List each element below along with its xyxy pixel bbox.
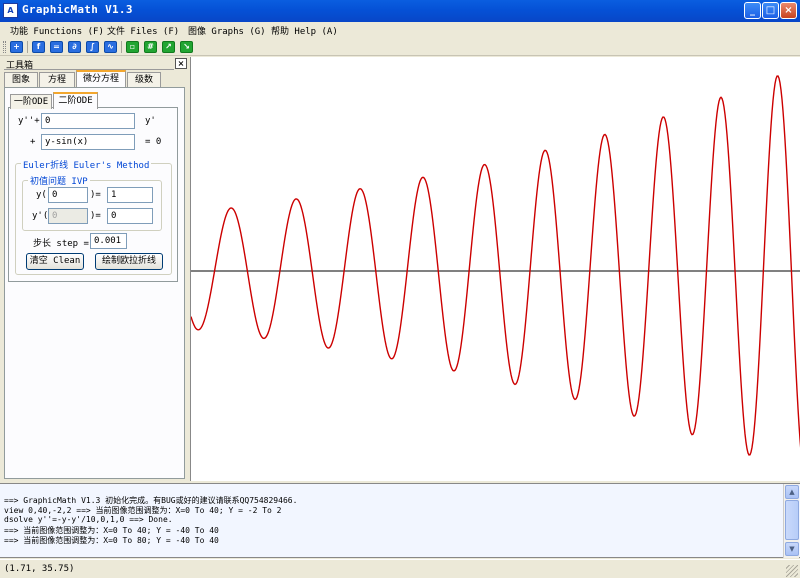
equation-icon[interactable]: = [50,41,63,53]
main-window: A GraphicMath V1.3 _ □ × 功能 Functions (F… [0,0,800,578]
minimize-button[interactable]: _ [744,2,761,19]
title-bar[interactable]: A GraphicMath V1.3 _ □ × [0,0,800,22]
toolbox-panel: 工具箱 × 图象 方程 微分方程 级数 一阶ODE 二阶ODE y''+ 0 y… [0,57,189,481]
ivp-legend: 初值问题 IVP [28,174,90,187]
rhs-expression-input[interactable]: y-sin(x) [41,134,135,150]
maximize-button[interactable]: □ [762,2,779,19]
fit-icon[interactable]: ↗ [162,41,175,53]
menu-help[interactable]: 帮助 Help (A) [271,24,338,37]
y-equals-label: )= [90,190,101,200]
tab-series[interactable]: 级数 [127,72,161,87]
equals-zero-label: = 0 [145,137,162,147]
toolbar-separator [121,41,122,53]
y-initial-value-input[interactable]: 1 [107,187,153,203]
derivative-icon[interactable]: ∂ [68,41,81,53]
graph-icon[interactable]: ∿ [104,41,117,53]
integral-icon[interactable]: ∫ [86,41,99,53]
y-double-prime-label: y''+ [18,116,40,126]
status-bar: (1.71, 35.75) [0,559,800,578]
tab-ode[interactable]: 微分方程 [76,70,126,87]
euler-method-legend: Euler折线 Euler's Method [21,158,152,171]
plus-sign: + [30,137,36,147]
y-prime-suffix: y' [145,116,156,126]
graph-canvas[interactable] [190,57,800,481]
y-prime-initial-value-input[interactable]: 0 [107,208,153,224]
scroll-down-icon[interactable]: ▼ [785,542,799,556]
y-prime-initial-label: y'( [32,211,49,221]
move-icon[interactable]: ↘ [180,41,193,53]
y-prime-x0-input: 0 [48,208,88,224]
zoom-in-icon[interactable]: ▫ [126,41,139,53]
draw-euler-button[interactable]: 绘制欧拉折线 [95,253,163,270]
scroll-thumb[interactable] [785,500,799,540]
clear-button[interactable]: 清空 Clean [26,253,84,270]
menu-graphs[interactable]: 图像 Graphs (G) [188,24,266,37]
graph-svg [191,75,800,456]
menu-files[interactable]: 文件 Files (F) [107,24,179,37]
console-output[interactable]: ==> GraphicMath V1.3 初始化完成。有BUG或好的建议请联系Q… [0,483,800,558]
console-scrollbar[interactable]: ▲ ▼ [783,484,799,558]
scroll-up-icon[interactable]: ▲ [785,485,799,499]
add-icon[interactable]: + [10,41,23,53]
y-x0-input[interactable]: 0 [48,187,88,203]
y-prime-equals-label: )= [90,211,101,221]
console-line: dsolve y''=-y-y'/10,0,1,0 ==> Done. [4,515,173,524]
tab-equation[interactable]: 方程 [39,72,75,87]
console-line: ==> 当前图像范围调整为：X=0 To 80; Y = -40 To 40 [4,536,219,545]
menu-bar: 功能 Functions (F) 文件 Files (F) 图像 Graphs … [0,22,800,38]
menu-functions[interactable]: 功能 Functions (F) [10,24,104,37]
y-prime-coefficient-input[interactable]: 0 [41,113,135,129]
step-label: 步长 step = [33,239,89,249]
y-initial-label: y( [36,190,47,200]
step-size-input[interactable]: 0.001 [90,233,127,249]
solution-curve [191,75,800,456]
app-icon: A [3,3,18,18]
subtab-first-order[interactable]: 一阶ODE [10,94,52,109]
toolbar-separator [27,41,28,53]
resize-grip[interactable] [786,565,798,577]
window-title: GraphicMath V1.3 [22,3,133,16]
toolbar: + f = ∂ ∫ ∿ ▫ # ↗ ↘ [0,38,800,56]
tab-graph[interactable]: 图象 [4,72,38,87]
function-icon[interactable]: f [32,41,45,53]
subtab-second-order[interactable]: 二阶ODE [53,92,98,109]
close-button[interactable]: × [780,2,797,19]
toolbar-grip[interactable] [3,41,6,53]
toolbox-close-button[interactable]: × [175,58,187,69]
grid-icon[interactable]: # [144,41,157,53]
cursor-coordinates: (1.71, 35.75) [4,564,75,574]
